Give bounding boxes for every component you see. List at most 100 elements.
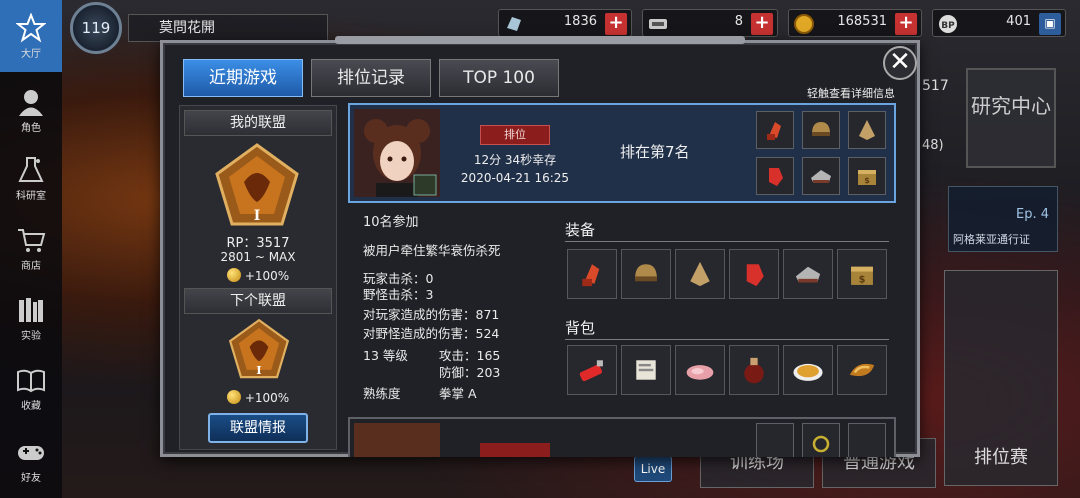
bag-item[interactable] [837, 345, 887, 395]
participants: 10名参加 [363, 215, 419, 230]
currency-value: 8 [734, 14, 743, 29]
currency-gold[interactable]: 168531 + [788, 9, 922, 37]
nav-label: 大厅 [21, 48, 41, 60]
match-card-next[interactable] [348, 417, 896, 457]
close-button[interactable]: ✕ [883, 46, 917, 80]
bp-icon: BP [939, 15, 957, 33]
star-icon [16, 12, 46, 42]
equip-divider [565, 241, 889, 242]
equip-slot-head [802, 111, 840, 149]
equip-item[interactable] [783, 249, 833, 299]
nav-friends[interactable]: 好友 [0, 428, 62, 492]
research-center-button[interactable]: 研究中心 [966, 68, 1056, 168]
mastery-value: 拳掌 A [439, 386, 477, 401]
equip-item[interactable] [567, 249, 617, 299]
lighter-icon [579, 360, 603, 382]
nav-label: 好友 [21, 472, 41, 484]
bag-title: 背包 [565, 319, 596, 337]
league-tier: I [254, 208, 261, 224]
nav-character[interactable]: 角色 [0, 78, 62, 142]
mode-tag: 排位 [480, 125, 550, 145]
char-level: 13 等级 [363, 348, 408, 363]
nav-shop[interactable]: 商店 [0, 216, 62, 280]
tab-top-100[interactable]: TOP 100 [439, 59, 559, 97]
equip-slot-accessory: $ [848, 157, 886, 195]
nav-lab[interactable]: 科研室 [0, 146, 62, 210]
equip-slot-chest [848, 111, 886, 149]
pass-episode: Ep. 4 [1015, 207, 1049, 222]
gold-coin-icon [794, 14, 814, 34]
character-avatar [354, 423, 440, 457]
bag-item[interactable] [567, 345, 617, 395]
equip-title: 装备 [565, 221, 596, 239]
league-info-button[interactable]: 联盟情报 [208, 413, 308, 443]
bag-item[interactable] [621, 345, 671, 395]
paper-icon [636, 360, 656, 380]
currency-crystal[interactable]: 1836 + [498, 9, 632, 37]
equip-item[interactable]: $ [837, 249, 887, 299]
tab-rank-record[interactable]: 排位记录 [311, 59, 431, 97]
ring-icon [812, 435, 830, 453]
box-icon: $ [858, 170, 876, 185]
next-coin-bonus: +100% [180, 390, 336, 405]
equip-slot [848, 423, 886, 457]
coin-icon [226, 390, 241, 404]
svg-text:$: $ [864, 176, 870, 185]
killed-by: 被用户牵住繁华衰伤杀死 [363, 243, 501, 258]
coin-icon [226, 268, 241, 282]
boot-icon [795, 266, 821, 283]
monster-damage: 对野怪造成的伤害：524 [363, 326, 500, 341]
rp-range: 2801 ~ MAX [220, 250, 296, 264]
player-damage: 对玩家造成的伤害：871 [363, 307, 500, 322]
battle-pass-button[interactable]: Ep. 4 阿格莱亚通行证 [948, 186, 1058, 252]
bp-info-button[interactable]: ▣ [1039, 13, 1061, 35]
bag-divider [565, 339, 889, 340]
equip-slot [756, 423, 794, 457]
dialog-accent [335, 36, 745, 44]
ranked-button[interactable]: 排位赛 [944, 270, 1058, 486]
tap-hint: 轻触查看详细信息 [807, 87, 895, 100]
match-card[interactable]: 排位 12分 34秒幸存 2020-04-21 16:25 排在第7名 $ [348, 103, 896, 203]
peek-value-1: 517 [922, 78, 949, 94]
equip-slot [802, 423, 840, 457]
currency-bp[interactable]: BP 401 ▣ [932, 9, 1066, 37]
nav-experiment[interactable]: 实验 [0, 286, 62, 350]
meat-icon [686, 365, 714, 380]
svg-text:BP: BP [941, 21, 955, 31]
bag-item[interactable] [783, 345, 833, 395]
tab-recent-games[interactable]: 近期游戏 [183, 59, 303, 97]
flask-icon [18, 156, 44, 182]
mode-tag [480, 443, 550, 457]
boot-icon [811, 170, 831, 183]
live-badge[interactable]: Live [634, 456, 672, 482]
helmet-icon [812, 122, 830, 136]
add-ticket-button[interactable]: + [751, 13, 773, 35]
bag-item[interactable] [675, 345, 725, 395]
nav-lobby[interactable]: 大厅 [0, 0, 62, 72]
equip-item[interactable] [621, 249, 671, 299]
bag-item[interactable] [729, 345, 779, 395]
nav-label: 收藏 [21, 400, 41, 412]
armor-icon [859, 120, 875, 140]
currency-value: 401 [1006, 14, 1031, 29]
equip-slot-arm [756, 157, 794, 195]
nav-label: 科研室 [16, 190, 46, 202]
league-badge-icon: I [215, 143, 299, 226]
equip-slot-leg [802, 157, 840, 195]
helmet-icon [635, 264, 657, 282]
my-league-title: 我的联盟 [184, 110, 332, 136]
nav-collection[interactable]: 收藏 [0, 356, 62, 420]
currency-ticket[interactable]: 8 + [642, 9, 778, 37]
currency-value: 1836 [563, 14, 597, 29]
nav-label: 实验 [21, 330, 41, 342]
rp-value: RP：3517 [226, 236, 290, 251]
defense-stat: 防御：203 [439, 365, 501, 380]
next-league-tier: I [256, 363, 261, 377]
nav-label: 商店 [21, 260, 41, 272]
add-gold-button[interactable]: + [895, 13, 917, 35]
fried-food-icon [849, 363, 875, 377]
equip-item[interactable] [675, 249, 725, 299]
equip-item[interactable] [729, 249, 779, 299]
match-date: 2020-04-21 16:25 [460, 171, 570, 185]
add-crystal-button[interactable]: + [605, 13, 627, 35]
